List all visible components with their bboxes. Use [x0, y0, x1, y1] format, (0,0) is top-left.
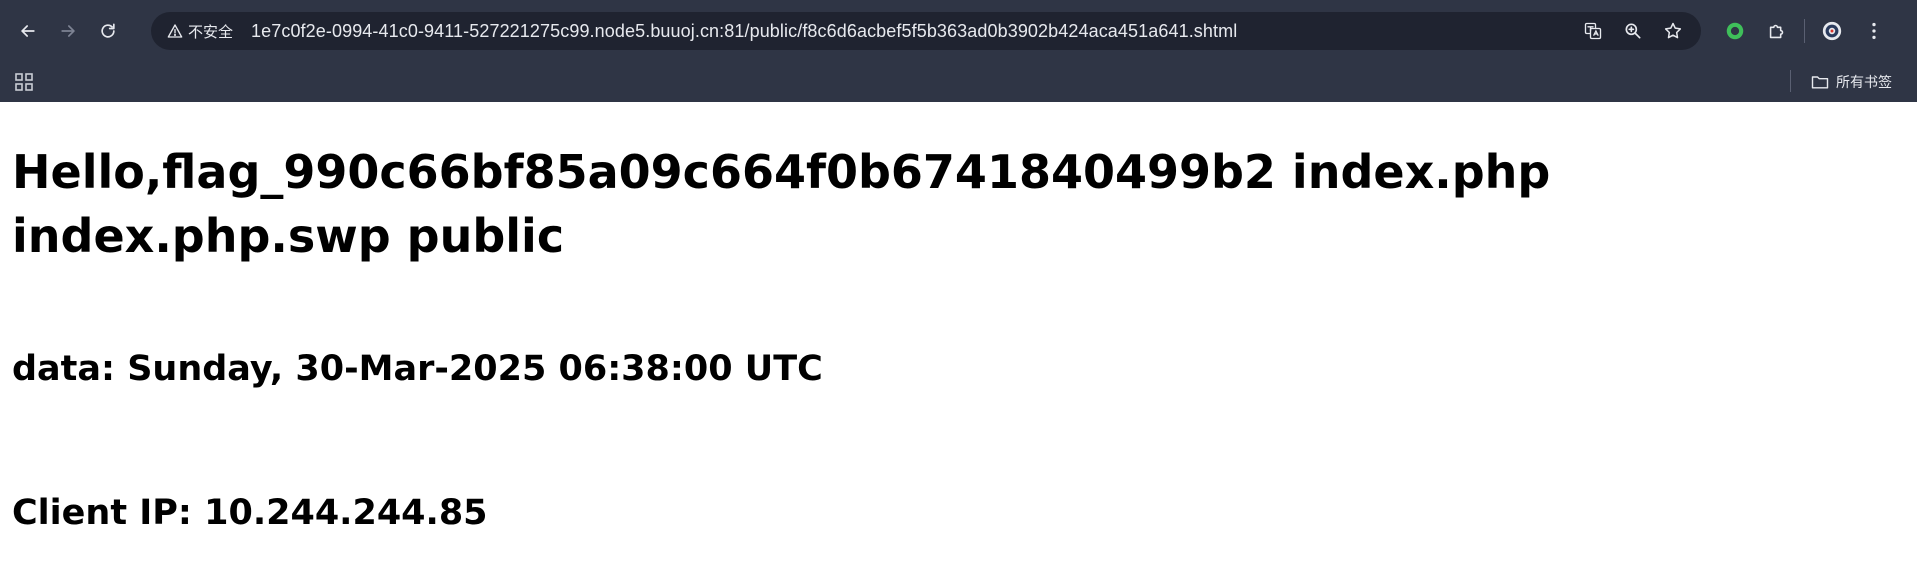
- zoom-button[interactable]: [1613, 12, 1653, 50]
- extension-status-button[interactable]: [1714, 11, 1756, 51]
- omnibox-actions: [1573, 12, 1693, 50]
- client-ip-line: Client IP: 10.244.244.85: [12, 493, 488, 533]
- reload-icon: [101, 23, 115, 38]
- page-content: Hello,flag_990c66bf85a09c664f0b674184049…: [0, 140, 1917, 535]
- puzzle-icon: [1769, 24, 1784, 39]
- translate-icon: [1584, 22, 1602, 40]
- menu-button[interactable]: [1853, 11, 1895, 51]
- all-bookmarks-button[interactable]: 所有书签: [1810, 68, 1892, 96]
- star-icon: [1664, 22, 1682, 39]
- apps-button[interactable]: [12, 70, 36, 94]
- toolbar-divider: [1804, 19, 1805, 43]
- extensions-button[interactable]: [1756, 11, 1798, 51]
- bookmark-star-button[interactable]: [1653, 12, 1693, 50]
- reload-button[interactable]: [88, 11, 128, 51]
- all-bookmarks-label: 所有书签: [1836, 74, 1892, 90]
- bookmarks-divider: [1790, 70, 1791, 92]
- browser-toolbar: 不安全 1e7c0f2e-0994-41c0-9411-527221275c99…: [0, 0, 1917, 62]
- extension-status-icon: [1726, 22, 1744, 40]
- browser-chrome: 不安全 1e7c0f2e-0994-41c0-9411-527221275c99…: [0, 0, 1917, 102]
- security-indicator[interactable]: 不安全: [161, 17, 239, 45]
- page-title: Hello,flag_990c66bf85a09c664f0b674184049…: [12, 145, 1551, 263]
- back-button[interactable]: [8, 11, 48, 51]
- toolbar-actions: [1714, 11, 1895, 51]
- back-icon: [21, 25, 35, 37]
- profile-button[interactable]: [1811, 11, 1853, 51]
- more-icon: [1872, 22, 1876, 40]
- address-bar[interactable]: 不安全 1e7c0f2e-0994-41c0-9411-527221275c99…: [151, 12, 1701, 50]
- profile-icon: [1822, 21, 1842, 41]
- security-label: 不安全: [188, 23, 234, 41]
- url-text[interactable]: 1e7c0f2e-0994-41c0-9411-527221275c99.nod…: [251, 21, 1237, 42]
- forward-button[interactable]: [48, 11, 88, 51]
- folder-icon: [1811, 76, 1829, 89]
- translate-button[interactable]: [1573, 12, 1613, 50]
- zoom-icon: [1625, 23, 1641, 39]
- warning-icon: [167, 24, 183, 38]
- bookmarks-bar: 所有书签: [0, 62, 1917, 102]
- apps-icon: [15, 73, 33, 91]
- forward-icon: [61, 25, 75, 37]
- date-line: data: Sunday, 30-Mar-2025 06:38:00 UTC: [12, 349, 823, 389]
